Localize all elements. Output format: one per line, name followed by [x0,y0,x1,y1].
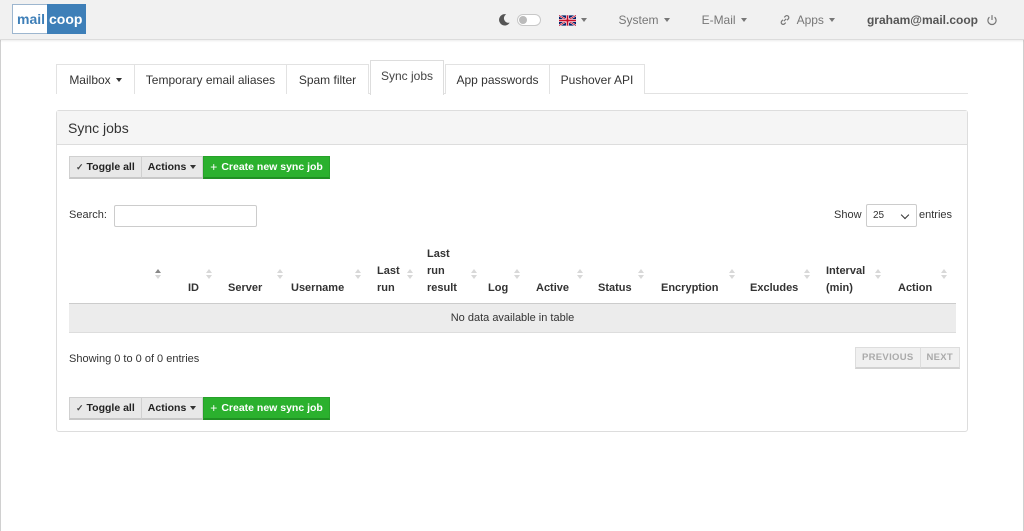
toggle-all-label: Toggle all [86,402,135,414]
column-header-active[interactable]: Active [536,280,569,297]
column-header-id[interactable]: ID [188,280,199,297]
user-email: graham@mail.coop [866,13,978,27]
mailbox-tabs: Mailbox Temporary email aliases Spam fil… [56,60,968,95]
column-header-status[interactable]: Status [598,280,632,297]
check-icon: ✓ [76,402,84,413]
toggle-all-label: Toggle all [86,161,135,173]
tab-spam-filter[interactable]: Spam filter [286,64,369,94]
sort-icon[interactable] [577,269,583,281]
sort-icon[interactable] [355,269,361,281]
page-size-select[interactable]: 25 [866,204,917,227]
tab-label: Sync jobs [380,69,434,83]
sort-icon[interactable] [155,269,161,281]
mailcoop-logo[interactable]: mail coop [12,4,87,34]
sort-icon[interactable] [638,269,644,281]
table-header: ID Server Username Last run Last run res… [69,241,956,304]
page-size-value: 25 [873,210,885,221]
system-menu[interactable]: System [619,0,670,40]
sort-icon[interactable] [206,269,212,281]
toolbar-top: ✓ Toggle all Actions + Create new sync j… [69,156,330,179]
chevron-down-icon [115,77,122,82]
sort-icon[interactable] [471,269,477,281]
logout-button[interactable] [986,0,998,40]
create-sync-job-label: Create new sync job [221,402,323,414]
dark-mode-switch[interactable] [497,0,541,40]
plus-icon: + [210,401,218,415]
table-info: Showing 0 to 0 of 0 entries [69,353,200,365]
chevron-down-icon [900,210,910,220]
chevron-down-icon [190,406,197,410]
column-header-log[interactable]: Log [488,280,508,297]
tab-label: Spam filter [298,72,357,87]
apps-menu[interactable]: Apps [779,0,835,40]
column-header-interval[interactable]: Interval (min) [826,263,876,297]
column-header-action[interactable]: Action [898,280,932,297]
chevron-down-icon [580,18,587,22]
uk-flag-icon [558,14,576,26]
sort-icon[interactable] [729,269,735,281]
pagination: PREVIOUS NEXT [855,347,961,369]
email-menu[interactable]: E-Mail [702,0,747,40]
language-dropdown[interactable] [558,0,587,40]
entries-label: entries [919,209,953,221]
toggle-all-button[interactable]: ✓ Toggle all [69,397,142,420]
email-menu-label: E-Mail [701,13,736,27]
link-icon [780,15,789,25]
panel-title: Sync jobs [57,111,967,145]
sort-icon[interactable] [277,269,283,281]
create-sync-job-label: Create new sync job [221,161,323,173]
logo-text-right: coop [47,4,87,34]
tab-label: Pushover API [560,72,634,87]
check-icon: ✓ [76,161,84,172]
search-label: Search: [69,209,107,221]
create-sync-job-button[interactable]: + Create new sync job [203,156,330,179]
sort-icon[interactable] [875,269,881,281]
column-header-last-run-result[interactable]: Last run result [427,246,469,297]
power-icon [987,15,997,26]
tab-label: Mailbox [69,72,111,87]
chevron-down-icon [190,165,197,169]
empty-table-message: No data available in table [69,304,956,333]
actions-label: Actions [147,161,187,173]
chevron-down-icon [740,18,747,22]
logo-text-left: mail [12,4,48,34]
sort-icon[interactable] [941,269,947,281]
toggle-all-button[interactable]: ✓ Toggle all [69,156,142,179]
chevron-down-icon [663,18,670,22]
user-menu[interactable]: graham@mail.coop [867,0,978,40]
search-input[interactable] [114,205,257,227]
show-label: Show [834,209,862,221]
system-menu-label: System [618,13,659,27]
tab-sync-jobs[interactable]: Sync jobs [370,60,444,95]
tab-pushover-api[interactable]: Pushover API [549,64,645,94]
tab-label: Temporary email aliases [145,72,276,87]
sort-icon[interactable] [804,269,810,281]
previous-page-button[interactable]: PREVIOUS [855,347,921,369]
next-page-button[interactable]: NEXT [920,347,961,369]
column-header-encryption[interactable]: Encryption [661,280,718,297]
column-header-last-run[interactable]: Last run [377,263,411,297]
toolbar-bottom: ✓ Toggle all Actions + Create new sync j… [69,397,330,420]
actions-dropdown[interactable]: Actions [141,156,204,179]
create-sync-job-button[interactable]: + Create new sync job [203,397,330,420]
navbar-right: System E-Mail Apps graham@mail.coop [497,0,1024,40]
column-header-excludes[interactable]: Excludes [750,280,798,297]
actions-label: Actions [147,402,187,414]
tab-app-passwords[interactable]: App passwords [445,64,550,94]
tab-label: App passwords [456,72,539,87]
plus-icon: + [210,160,218,174]
column-header-server[interactable]: Server [228,280,262,297]
actions-dropdown[interactable]: Actions [141,397,204,420]
sync-jobs-panel: Sync jobs ✓ Toggle all Actions + Create … [56,110,968,432]
apps-menu-label: Apps [796,13,824,27]
tab-temporary-email-aliases[interactable]: Temporary email aliases [134,64,287,94]
tab-mailbox[interactable]: Mailbox [56,64,135,94]
sort-icon[interactable] [514,269,520,281]
column-header-username[interactable]: Username [291,280,344,297]
moon-icon [498,14,510,26]
top-navbar: mail coop System E-Mail Apps graham@mail… [0,0,1024,40]
sort-icon[interactable] [407,269,413,281]
dark-mode-toggle[interactable] [516,14,541,26]
chevron-down-icon [828,18,835,22]
